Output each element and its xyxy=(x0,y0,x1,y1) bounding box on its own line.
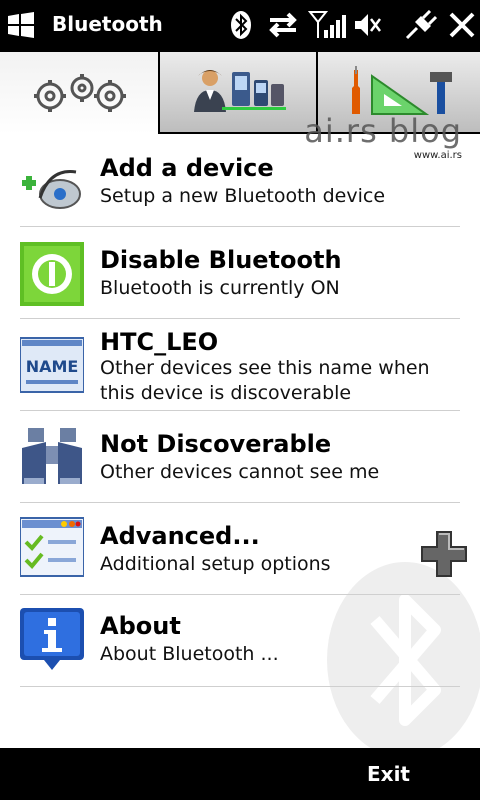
exit-softkey[interactable]: Exit xyxy=(367,762,410,786)
divider xyxy=(20,502,460,503)
name-card-text: NAME xyxy=(26,357,79,376)
list-item-label: Not Discoverable xyxy=(100,430,332,458)
list-item-desc: Other devices see this name when this de… xyxy=(100,357,430,404)
list-item-desc: Other devices cannot see me xyxy=(100,461,380,483)
tools-icon xyxy=(352,66,452,115)
close-icon[interactable] xyxy=(448,10,476,40)
list-item-about[interactable]: About About Bluetooth ... xyxy=(0,608,480,692)
divider xyxy=(20,226,460,227)
list-item-label: Disable Bluetooth xyxy=(100,246,342,274)
status-bar: Bluetooth xyxy=(0,0,480,52)
divider xyxy=(20,318,460,319)
signal-strength-icon[interactable] xyxy=(308,10,348,40)
add-device-headset-icon xyxy=(22,170,81,209)
softkey-bar: Exit xyxy=(0,748,480,800)
divider xyxy=(20,594,460,595)
tab-personal[interactable] xyxy=(160,52,318,134)
expand-plus-icon[interactable] xyxy=(420,530,468,578)
data-connection-icon[interactable] xyxy=(266,10,300,40)
list-item-add-device[interactable]: Add a device Setup a new Bluetooth devic… xyxy=(0,150,480,230)
gears-icon xyxy=(34,74,126,112)
list-item-label: Advanced... xyxy=(100,522,260,550)
list-item-advanced[interactable]: Advanced... Additional setup options xyxy=(0,517,480,602)
info-icon xyxy=(20,608,84,670)
checklist-icon xyxy=(20,517,84,577)
power-toggle-icon xyxy=(20,242,84,306)
watermark-text: ai.rs blog xyxy=(304,112,462,150)
list-item-label: About xyxy=(100,612,181,640)
volume-muted-icon[interactable] xyxy=(352,10,382,40)
app-title: Bluetooth xyxy=(52,12,163,36)
bluetooth-status-icon[interactable] xyxy=(230,10,252,40)
power-plug-icon[interactable] xyxy=(403,10,437,40)
list-item-desc: Additional setup options xyxy=(100,553,331,575)
list-item-not-discoverable[interactable]: Not Discoverable Other devices cannot se… xyxy=(0,428,480,510)
list-item-label: HTC_LEO xyxy=(100,328,219,356)
person-devices-icon xyxy=(194,70,286,112)
list-item-disable-bluetooth[interactable]: Disable Bluetooth Bluetooth is currently… xyxy=(0,242,480,322)
tab-settings[interactable] xyxy=(0,52,160,134)
list-item-desc: About Bluetooth ... xyxy=(100,643,279,665)
divider xyxy=(20,410,460,411)
binoculars-icon xyxy=(22,428,82,484)
list-item-desc: Bluetooth is currently ON xyxy=(100,277,340,299)
name-card-icon: NAME xyxy=(20,337,84,393)
list-item-label: Add a device xyxy=(100,154,274,182)
list-item-device-name[interactable]: NAME HTC_LEO Other devices see this name… xyxy=(0,328,480,408)
windows-start-icon[interactable] xyxy=(6,10,36,40)
list-item-desc: Setup a new Bluetooth device xyxy=(100,185,386,207)
divider xyxy=(20,686,460,687)
